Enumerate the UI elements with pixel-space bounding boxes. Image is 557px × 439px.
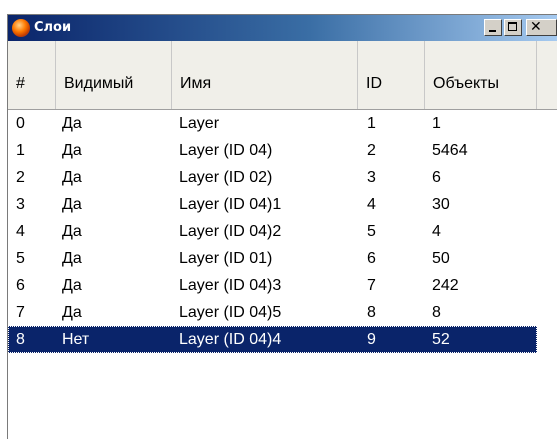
cell-objects: 1 [432,115,441,132]
cell-index: 0 [16,115,25,132]
table-row[interactable]: 6 Да Layer (ID 04)3 7 242 [8,272,537,299]
close-button[interactable]: ✕ [526,19,557,36]
cell-id: 8 [367,304,376,321]
cell-name: Layer (ID 04)2 [179,223,282,240]
cell-visible: Нет [62,331,90,348]
cell-visible: Да [62,115,82,132]
column-header-name[interactable]: Имя [172,41,358,109]
table-row[interactable]: 1 Да Layer (ID 04) 2 5464 [8,137,537,164]
cell-visible: Да [62,142,82,159]
cell-id: 9 [367,331,376,348]
cell-index: 8 [16,331,25,348]
column-header-objects[interactable]: Объекты [425,41,537,109]
column-header-index[interactable]: # [8,41,56,109]
title-bar[interactable]: Слои ✕ [8,15,557,41]
table-row[interactable]: 7 Да Layer (ID 04)5 8 8 [8,299,537,326]
cell-name: Layer (ID 04)5 [179,304,282,321]
cell-name: Layer (ID 01) [179,250,273,267]
cell-index: 1 [16,142,25,159]
cell-index: 3 [16,196,25,213]
cell-id: 4 [367,196,376,213]
close-icon: ✕ [530,19,542,35]
cell-id: 2 [367,142,376,159]
cell-objects: 30 [432,196,450,213]
cell-name: Layer (ID 04)3 [179,277,282,294]
cell-index: 6 [16,277,25,294]
cell-objects: 4 [432,223,441,240]
column-header-filler [537,41,557,109]
cell-name: Layer [179,115,220,132]
cell-index: 4 [16,223,25,240]
window-title: Слои [34,20,72,35]
maximize-icon [508,22,517,31]
layers-window: Слои ✕ # Видимый Имя ID Объекты 0 Да Lay… [7,14,557,439]
cell-visible: Да [62,250,82,267]
table-row[interactable]: 5 Да Layer (ID 01) 6 50 [8,245,537,272]
cell-id: 5 [367,223,376,240]
cell-objects: 242 [432,277,459,294]
cell-id: 1 [367,115,376,132]
minimize-button[interactable] [484,19,502,36]
app-globe-icon [12,19,30,37]
cell-index: 7 [16,304,25,321]
cell-objects: 52 [432,331,450,348]
cell-name: Layer (ID 04)4 [179,331,282,348]
cell-objects: 5464 [432,142,468,159]
column-header-visible[interactable]: Видимый [56,41,172,109]
cell-index: 5 [16,250,25,267]
cell-index: 2 [16,169,25,186]
table-header: # Видимый Имя ID Объекты [8,41,557,110]
cell-objects: 50 [432,250,450,267]
cell-id: 7 [367,277,376,294]
table-row[interactable]: 2 Да Layer (ID 02) 3 6 [8,164,537,191]
cell-name: Layer (ID 04)1 [179,196,282,213]
maximize-button[interactable] [504,19,522,36]
cell-visible: Да [62,223,82,240]
cell-objects: 8 [432,304,441,321]
table-row-selected[interactable]: 8 Нет Layer (ID 04)4 9 52 [8,326,537,353]
cell-visible: Да [62,169,82,186]
column-header-id[interactable]: ID [358,41,425,109]
minimize-icon [489,30,496,32]
cell-visible: Да [62,196,82,213]
cell-id: 3 [367,169,376,186]
table-row[interactable]: 4 Да Layer (ID 04)2 5 4 [8,218,537,245]
cell-objects: 6 [432,169,441,186]
cell-visible: Да [62,304,82,321]
cell-name: Layer (ID 02) [179,169,273,186]
cell-id: 6 [367,250,376,267]
cell-visible: Да [62,277,82,294]
table-row[interactable]: 3 Да Layer (ID 04)1 4 30 [8,191,537,218]
table-row[interactable]: 0 Да Layer 1 1 [8,110,537,137]
cell-name: Layer (ID 04) [179,142,273,159]
